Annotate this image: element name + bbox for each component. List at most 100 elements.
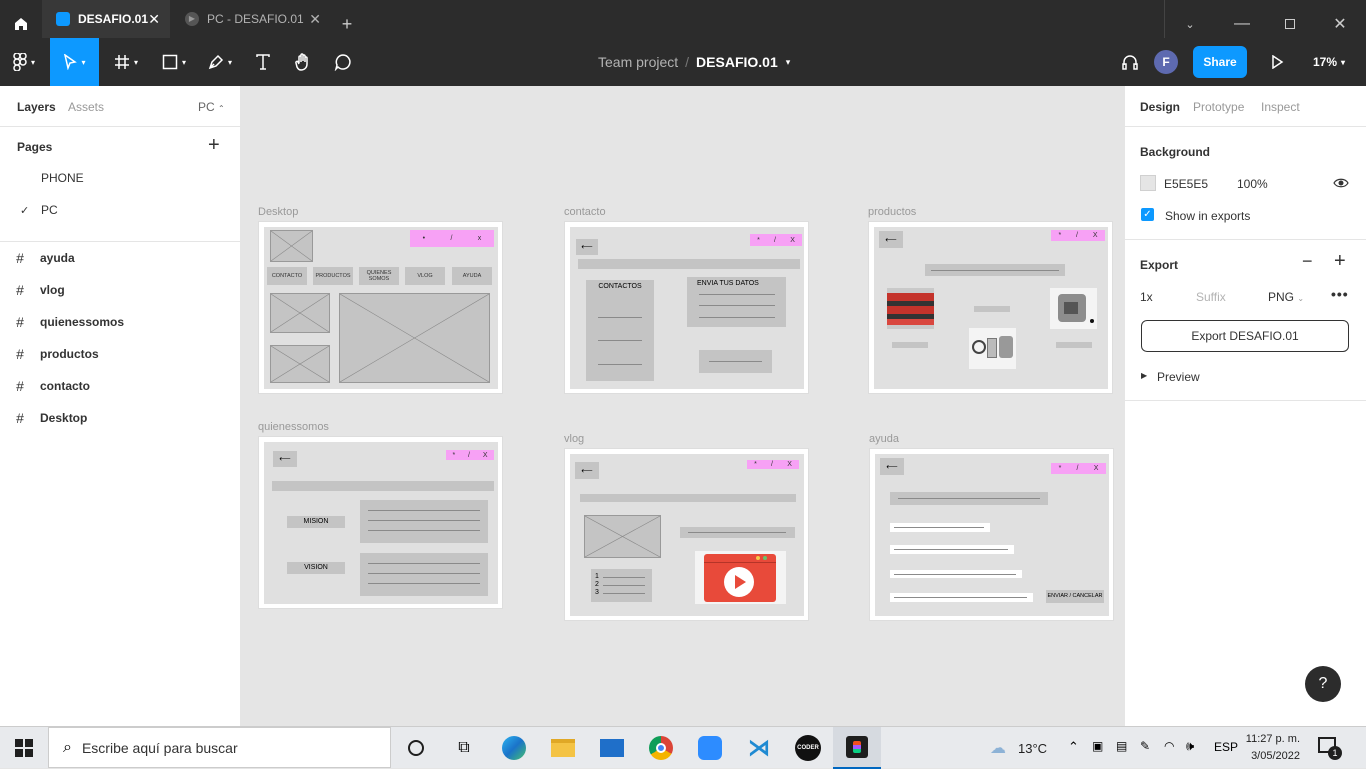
frame-productos[interactable]: ⟵ * / X — [868, 221, 1113, 394]
frame-label[interactable]: productos — [868, 206, 916, 218]
zoom-dropdown[interactable]: 17% ▾ — [1304, 38, 1354, 86]
share-button[interactable]: Share — [1193, 46, 1247, 78]
close-tab-icon[interactable]: ✕ — [309, 11, 321, 28]
chrome-icon[interactable] — [637, 727, 685, 769]
frame-label[interactable]: Desktop — [258, 206, 298, 218]
clock[interactable]: 11:27 p. m. 3/05/2022 — [1244, 731, 1300, 765]
remove-export-icon[interactable]: − — [1302, 251, 1313, 272]
tab-layers[interactable]: Layers — [17, 100, 56, 114]
mail-icon[interactable] — [588, 727, 636, 769]
chevron-up-icon[interactable]: ⌃ — [1068, 739, 1079, 755]
tab-assets[interactable]: Assets — [68, 100, 104, 114]
main-menu-button[interactable]: ▾ — [4, 38, 44, 86]
layer-desktop[interactable]: # Desktop — [0, 402, 240, 434]
text-tool-button[interactable] — [248, 38, 278, 86]
file-explorer-icon[interactable] — [539, 727, 587, 769]
tab-prototype[interactable]: Prototype — [1193, 100, 1244, 114]
notifications-icon[interactable]: 1 — [1318, 737, 1342, 760]
nav-button: CONTACTO — [267, 267, 307, 285]
tab-design[interactable]: Design — [1140, 100, 1180, 114]
add-page-icon[interactable]: + — [208, 134, 220, 157]
vscode-icon[interactable]: ⋊ — [735, 727, 783, 769]
move-tool-button[interactable]: ▾ — [50, 38, 99, 86]
canvas[interactable]: Desktop • / x CONTACTO PRODUCTOS QUIENES S… — [241, 86, 1124, 726]
avatar[interactable]: F — [1154, 50, 1178, 74]
search-box[interactable]: ⌕ Escribe aquí para buscar — [48, 727, 391, 768]
comment-tool-button[interactable] — [328, 38, 358, 86]
tab-inspect[interactable]: Inspect — [1261, 100, 1300, 114]
export-button[interactable]: Export DESAFIO.01 — [1141, 320, 1349, 352]
frame-ayuda[interactable]: ⟵ * / X ENVIAR / CANCELAR — [869, 448, 1114, 621]
layer-label: Desktop — [40, 411, 88, 425]
edge-icon[interactable] — [490, 727, 538, 769]
chevron-down-icon[interactable]: ▾ — [786, 57, 791, 68]
windows-start-icon[interactable] — [0, 727, 48, 769]
frame-tool-button[interactable]: ▾ — [106, 38, 146, 86]
bg-opacity-input[interactable]: 100% — [1237, 177, 1268, 191]
frame-desktop[interactable]: • / x CONTACTO PRODUCTOS QUIENES SOMOS VLO… — [258, 221, 503, 394]
tab-pc-desafio[interactable]: ▶ PC - DESAFIO.01 ✕ — [171, 0, 331, 38]
layer-contacto[interactable]: # contacto — [0, 370, 240, 402]
export-format-select[interactable]: PNG ⌄ — [1268, 290, 1304, 304]
page-item-pc[interactable]: ✓ PC — [0, 194, 240, 226]
cortana-icon[interactable] — [392, 727, 440, 769]
pen-tray-icon[interactable]: ✎ — [1140, 739, 1150, 753]
weather-icon: ☁ — [990, 740, 1006, 757]
frame-vlog[interactable]: ⟵ * / X 1 2 3 — [564, 448, 809, 621]
caret-right-icon[interactable]: ▶ — [1141, 371, 1147, 380]
frame-label[interactable]: contacto — [564, 206, 606, 218]
close-tab-icon[interactable]: ✕ — [148, 11, 160, 28]
frame-label[interactable]: quienessomos — [258, 421, 329, 433]
zoom-app-icon[interactable] — [686, 727, 734, 769]
frame-quienessomos[interactable]: ⟵ * / X MISION VISION — [258, 436, 503, 609]
more-options-icon[interactable]: ••• — [1331, 286, 1349, 302]
frame-label[interactable]: ayuda — [869, 433, 899, 445]
project-name[interactable]: Team project — [598, 54, 678, 70]
eye-icon[interactable] — [1333, 177, 1349, 189]
color-swatch[interactable] — [1140, 175, 1156, 191]
preview-toggle[interactable]: Preview — [1157, 370, 1200, 384]
help-button[interactable]: ? — [1305, 666, 1341, 702]
add-export-icon[interactable]: + — [1334, 250, 1346, 273]
language-indicator[interactable]: ESP — [1214, 740, 1238, 754]
layer-productos[interactable]: # productos — [0, 338, 240, 370]
figma-app-icon[interactable] — [833, 727, 881, 769]
control-star: * — [757, 236, 760, 244]
bg-hex-input[interactable]: E5E5E5 — [1164, 177, 1208, 191]
layer-vlog[interactable]: # vlog — [0, 274, 240, 306]
input-field — [890, 593, 1033, 602]
show-in-exports-checkbox[interactable]: ✓ — [1141, 208, 1154, 221]
volume-icon[interactable]: 🕪 — [1186, 738, 1194, 754]
audio-headphones-button[interactable] — [1117, 38, 1143, 86]
frame-label[interactable]: vlog — [564, 433, 584, 445]
header-bar — [925, 264, 1065, 276]
pen-tool-button[interactable]: ▾ — [200, 38, 240, 86]
page-selector[interactable]: PC ⌃ — [198, 100, 225, 114]
frame-contacto[interactable]: ⟵ * / X CONTACTOS ENVIA TUS DATOS — [564, 221, 809, 394]
task-view-icon[interactable]: ⧉ — [440, 727, 488, 769]
shape-tool-button[interactable]: ▾ — [154, 38, 194, 86]
present-button[interactable] — [1264, 38, 1290, 86]
weather-widget[interactable]: ☁ 13°C — [990, 727, 1047, 769]
page-selector-label: PC — [198, 100, 215, 114]
export-scale[interactable]: 1x — [1140, 290, 1153, 304]
text-line — [894, 527, 984, 528]
display-icon[interactable]: ▤ — [1116, 739, 1127, 753]
page-item-phone[interactable]: PHONE — [0, 162, 240, 194]
search-icon: ⌕ — [63, 738, 72, 756]
contactos-box: CONTACTOS — [586, 280, 654, 381]
export-suffix-input[interactable]: Suffix — [1196, 290, 1226, 304]
layer-quienessomos[interactable]: # quienessomos — [0, 306, 240, 338]
wifi-icon[interactable]: ◠ — [1164, 739, 1174, 753]
file-name[interactable]: DESAFIO.01 — [696, 54, 778, 70]
tab-desafio[interactable]: DESAFIO.01 ✕ — [42, 0, 170, 38]
contactos-label: CONTACTOS — [598, 283, 642, 290]
product-image-1 — [887, 288, 934, 329]
nav-button: PRODUCTOS — [313, 267, 353, 285]
hand-tool-button[interactable] — [288, 38, 318, 86]
coder-app-icon[interactable]: CODER — [784, 727, 832, 769]
layer-ayuda[interactable]: # ayuda — [0, 242, 240, 274]
network-device-icon[interactable]: ▣ — [1092, 739, 1103, 753]
envia-datos-box: ENVIA TUS DATOS — [687, 277, 786, 327]
window-controls: * / X — [1051, 463, 1106, 474]
